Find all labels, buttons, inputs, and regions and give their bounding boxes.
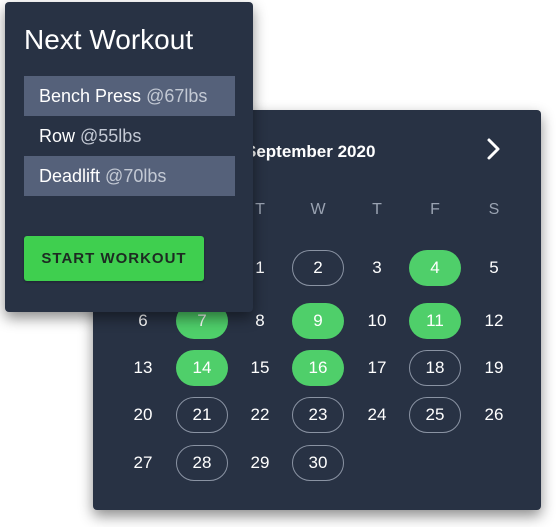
app-stage: September 2020 SMTWTFS 12345678910111213… (0, 0, 556, 527)
calendar-day[interactable]: 17 (351, 350, 403, 386)
calendar-day[interactable]: 11 (409, 303, 461, 339)
weekday-label: W (310, 201, 326, 218)
weekday-label: T (372, 201, 382, 218)
calendar-day[interactable]: 27 (117, 445, 169, 481)
calendar-day[interactable]: 2 (292, 250, 344, 286)
calendar-day[interactable]: 4 (409, 250, 461, 286)
exercise-list: Bench Press @67lbs Row @55lbs Deadlift @70… (24, 76, 235, 196)
calendar-day[interactable]: 13 (117, 350, 169, 386)
exercise-item[interactable]: Row @55lbs (24, 116, 235, 156)
calendar-day[interactable]: 22 (234, 397, 286, 433)
calendar-day[interactable]: 12 (468, 303, 520, 339)
calendar-day[interactable]: 21 (176, 397, 228, 433)
calendar-day[interactable]: 24 (351, 397, 403, 433)
calendar-day[interactable]: 25 (409, 397, 461, 433)
calendar-day[interactable]: 19 (468, 350, 520, 386)
exercise-name: Deadlift (39, 166, 106, 186)
start-workout-button[interactable]: START WORKOUT (24, 236, 204, 281)
exercise-name: Row (39, 126, 81, 146)
calendar-day[interactable]: 14 (176, 350, 228, 386)
exercise-weight: @67lbs (146, 86, 208, 106)
calendar-day[interactable]: 18 (409, 350, 461, 386)
weekday-label: F (430, 201, 440, 218)
exercise-weight: @55lbs (80, 126, 142, 146)
next-month-button[interactable] (479, 134, 509, 164)
calendar-month-title: September 2020 (245, 142, 376, 161)
calendar-day[interactable]: 28 (176, 445, 228, 481)
exercise-item[interactable]: Bench Press @67lbs (24, 76, 235, 116)
calendar-day[interactable]: 16 (292, 350, 344, 386)
exercise-name: Bench Press (39, 86, 147, 106)
next-workout-card: Next Workout Bench Press @67lbs Row @55lb… (5, 2, 253, 312)
calendar-day[interactable]: 3 (351, 250, 403, 286)
calendar-day[interactable]: 26 (468, 397, 520, 433)
weekday-label: S (488, 201, 500, 218)
calendar-day[interactable]: 20 (117, 397, 169, 433)
calendar-day[interactable]: 5 (468, 250, 520, 286)
calendar-day[interactable]: 29 (234, 445, 286, 481)
calendar-day[interactable]: 9 (292, 303, 344, 339)
exercise-weight: @70lbs (105, 166, 167, 186)
calendar-day[interactable]: 30 (292, 445, 344, 481)
chevron-right-icon (487, 138, 500, 160)
calendar-day[interactable]: 23 (292, 397, 344, 433)
next-workout-title: Next Workout (24, 24, 194, 55)
calendar-day[interactable]: 15 (234, 350, 286, 386)
exercise-item[interactable]: Deadlift @70lbs (24, 156, 235, 196)
calendar-day[interactable]: 10 (351, 303, 403, 339)
